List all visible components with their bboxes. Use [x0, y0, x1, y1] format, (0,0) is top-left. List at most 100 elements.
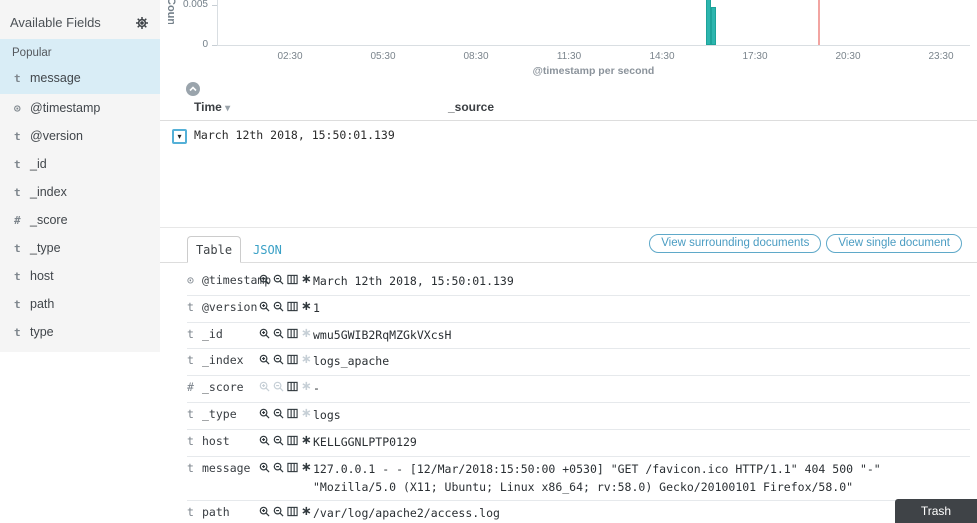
field-type-icon: t — [14, 298, 30, 311]
time-column-header[interactable]: Time ▾ — [194, 100, 230, 114]
detail-table-row: t @version ∗ 1 — [187, 296, 970, 323]
field-filter-actions: ∗ — [259, 273, 313, 285]
histogram-bar — [711, 7, 716, 45]
sidebar-title: Available Fields — [10, 15, 101, 30]
detail-field-value: wmu5GWIB2RqMZGkVXcsH — [313, 327, 970, 345]
detail-field-name: host — [202, 434, 259, 448]
collapse-document-toggle[interactable]: ▾ — [172, 129, 187, 144]
gear-icon[interactable] — [136, 17, 148, 29]
sidebar-field-item[interactable]: ⊙ @timestamp — [0, 94, 160, 122]
filter-for-value-icon[interactable] — [259, 354, 270, 365]
field-name-label: host — [30, 269, 54, 283]
toggle-column-in-table-icon[interactable] — [287, 354, 298, 365]
toggle-column-in-table-icon[interactable] — [287, 328, 298, 339]
field-type-icon: ⊙ — [187, 273, 202, 287]
field-name-label: type — [30, 325, 54, 339]
y-tick: 0.005 — [176, 0, 208, 10]
toggle-column-in-table-icon[interactable] — [287, 381, 298, 392]
filter-for-field-present-icon[interactable]: ∗ — [301, 328, 312, 339]
filter-for-value-icon[interactable] — [259, 328, 270, 339]
field-type-icon: t — [14, 158, 30, 171]
field-type-icon: t — [187, 300, 202, 314]
collapse-chart-button[interactable] — [186, 82, 200, 96]
filter-for-field-present-icon[interactable]: ∗ — [301, 435, 312, 446]
x-tick-label: 05:30 — [370, 51, 395, 62]
detail-field-name: _id — [202, 327, 259, 341]
section-divider — [160, 227, 977, 228]
sort-desc-icon: ▾ — [225, 103, 230, 114]
field-filter-actions: ∗ — [259, 300, 313, 312]
sidebar-field-item[interactable]: t message — [0, 65, 160, 94]
trash-label: Trash — [921, 504, 951, 518]
detail-field-name: path — [202, 505, 259, 519]
view-surrounding-documents-button[interactable]: View surrounding documents — [649, 234, 821, 253]
filter-out-value-icon[interactable] — [273, 381, 284, 392]
sidebar-field-item[interactable]: t _index — [0, 178, 160, 206]
filter-for-value-icon[interactable] — [259, 301, 270, 312]
field-name-label: path — [30, 297, 54, 311]
field-type-icon: # — [14, 214, 30, 227]
filter-for-field-present-icon[interactable]: ∗ — [301, 506, 312, 517]
sidebar-field-item[interactable]: t type — [0, 318, 160, 346]
field-filter-actions: ∗ — [259, 380, 313, 392]
filter-out-value-icon[interactable] — [273, 328, 284, 339]
filter-out-value-icon[interactable] — [273, 506, 284, 517]
detail-tab-bar: Table JSON View surrounding documents Vi… — [160, 236, 977, 263]
filter-out-value-icon[interactable] — [273, 462, 284, 473]
document-timestamp: March 12th 2018, 15:50:01.139 — [194, 128, 395, 142]
filter-out-value-icon[interactable] — [273, 274, 284, 285]
field-name-label: @version — [30, 129, 83, 143]
x-tick-label: 14:30 — [649, 51, 674, 62]
tab-json[interactable]: JSON — [253, 243, 282, 257]
filter-for-value-icon[interactable] — [259, 435, 270, 446]
field-filter-actions: ∗ — [259, 434, 313, 446]
discover-main-panel: Count 0.005 0 02:30 05:30 08:30 11:30 14… — [160, 0, 977, 523]
detail-field-value: KELLGGNLPTP0129 — [313, 434, 970, 452]
field-type-icon: t — [187, 353, 202, 367]
detail-table-row: t path ∗ /var/log/apache2/access.log — [187, 501, 970, 523]
filter-for-value-icon[interactable] — [259, 462, 270, 473]
sidebar-field-item[interactable]: # _score — [0, 206, 160, 234]
sidebar-field-item[interactable]: t path — [0, 290, 160, 318]
filter-for-value-icon[interactable] — [259, 506, 270, 517]
toggle-column-in-table-icon[interactable] — [287, 435, 298, 446]
filter-out-value-icon[interactable] — [273, 435, 284, 446]
filter-for-field-present-icon[interactable]: ∗ — [301, 381, 312, 392]
tab-table[interactable]: Table — [187, 236, 241, 263]
popular-section-label: Popular — [0, 47, 160, 65]
field-type-icon: t — [14, 270, 30, 283]
x-axis-title: @timestamp per second — [217, 65, 970, 77]
filter-out-value-icon[interactable] — [273, 354, 284, 365]
field-type-icon: t — [187, 461, 202, 475]
trash-drop-target[interactable]: Trash — [895, 499, 977, 523]
document-detail-table: ⊙ @timestamp ∗ March 12th 2018, 15:50:01… — [187, 269, 970, 523]
sidebar-field-item[interactable]: t _id — [0, 150, 160, 178]
filter-for-value-icon[interactable] — [259, 408, 270, 419]
view-single-document-button[interactable]: View single document — [826, 234, 962, 253]
filter-for-field-present-icon[interactable]: ∗ — [301, 462, 312, 473]
toggle-column-in-table-icon[interactable] — [287, 408, 298, 419]
filter-for-field-present-icon[interactable]: ∗ — [301, 354, 312, 365]
filter-for-value-icon[interactable] — [259, 381, 270, 392]
field-type-icon: t — [14, 130, 30, 143]
filter-for-field-present-icon[interactable]: ∗ — [301, 274, 312, 285]
toggle-column-in-table-icon[interactable] — [287, 274, 298, 285]
detail-table-row: t _type ∗ logs — [187, 403, 970, 430]
filter-out-value-icon[interactable] — [273, 408, 284, 419]
field-type-icon: t — [187, 407, 202, 421]
filter-for-field-present-icon[interactable]: ∗ — [301, 408, 312, 419]
detail-field-name: @timestamp — [202, 273, 259, 287]
document-actions: View surrounding documents View single d… — [649, 234, 962, 253]
sidebar-field-item[interactable]: t _type — [0, 234, 160, 262]
sidebar-field-item[interactable]: t host — [0, 262, 160, 290]
toggle-column-in-table-icon[interactable] — [287, 506, 298, 517]
detail-field-value: - — [313, 380, 970, 398]
filter-for-value-icon[interactable] — [259, 274, 270, 285]
toggle-column-in-table-icon[interactable] — [287, 462, 298, 473]
chevron-up-icon — [189, 86, 197, 92]
toggle-column-in-table-icon[interactable] — [287, 301, 298, 312]
filter-for-field-present-icon[interactable]: ∗ — [301, 301, 312, 312]
filter-out-value-icon[interactable] — [273, 301, 284, 312]
detail-field-value: logs_apache — [313, 353, 970, 371]
sidebar-field-item[interactable]: t @version — [0, 122, 160, 150]
